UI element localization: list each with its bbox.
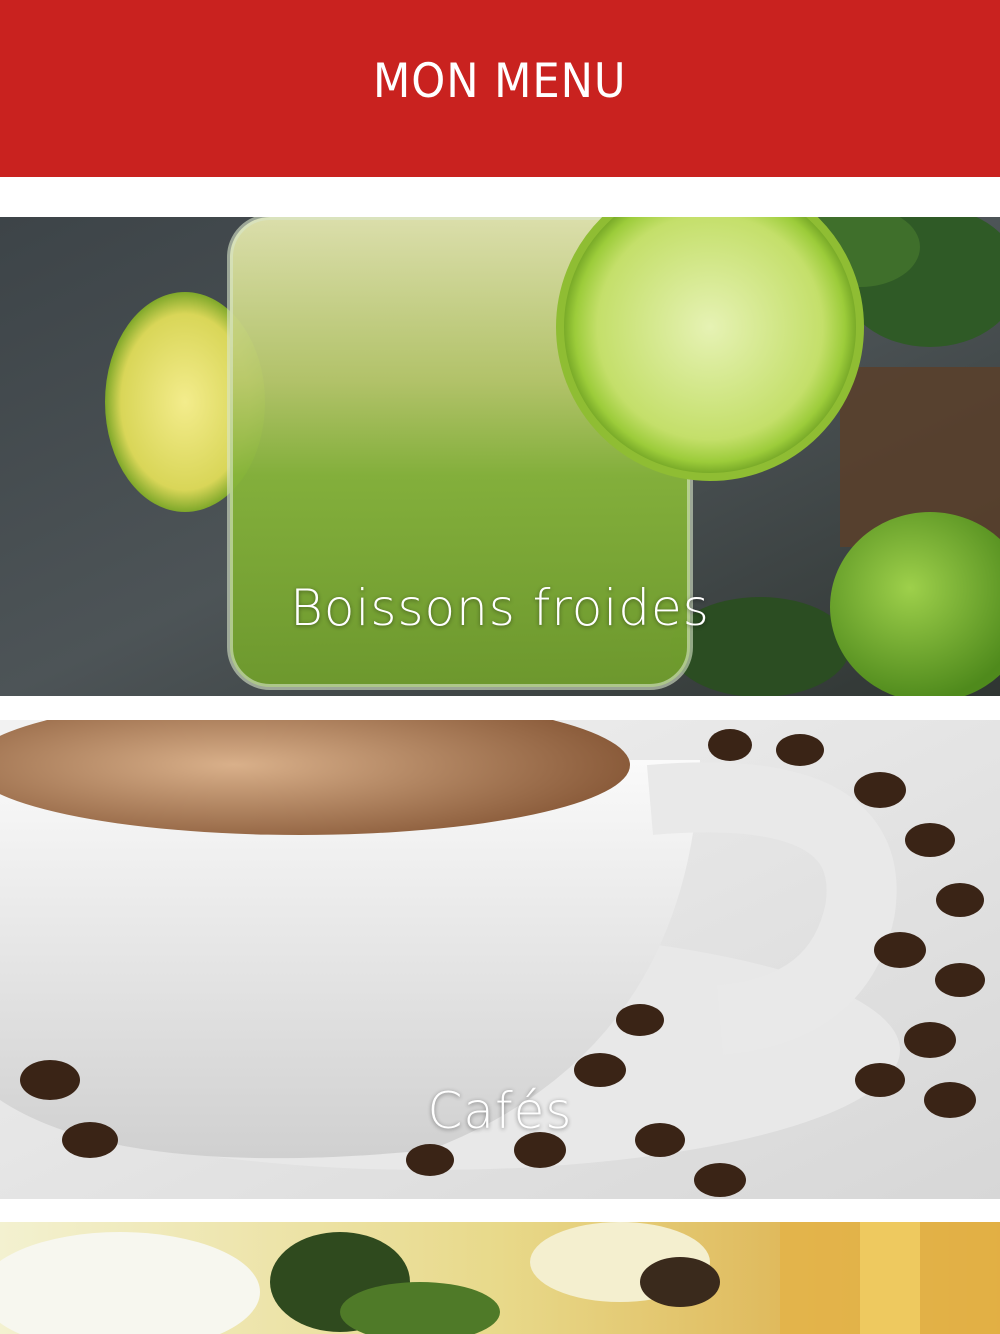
category-card-cafes[interactable]: Cafés bbox=[0, 720, 1000, 1199]
category-card-3[interactable] bbox=[0, 1222, 1000, 1334]
category-label: Boissons froides bbox=[290, 579, 710, 637]
page-title: MON MENU bbox=[373, 54, 627, 109]
app-screen: MON MENU Boissons froides Cafés bbox=[0, 0, 1000, 1334]
food-dish-photo bbox=[0, 1222, 1000, 1334]
category-card-boissons-froides[interactable]: Boissons froides bbox=[0, 217, 1000, 696]
category-label: Cafés bbox=[427, 1082, 573, 1140]
app-header: MON MENU bbox=[0, 0, 1000, 177]
